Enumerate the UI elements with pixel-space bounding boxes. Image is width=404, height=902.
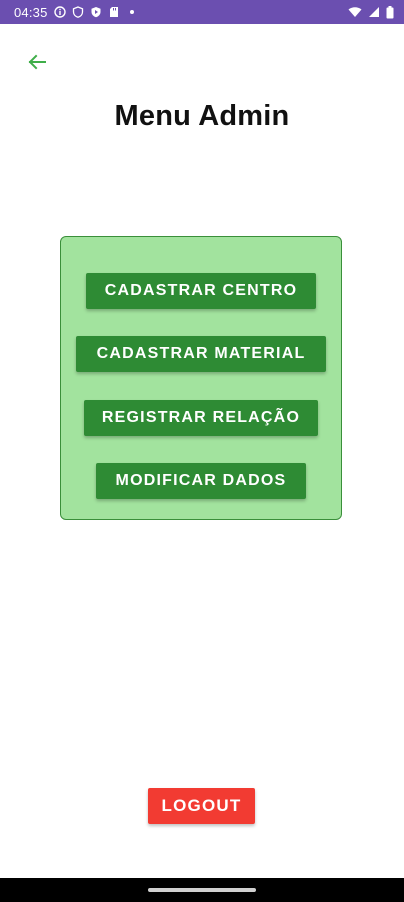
admin-menu-card: CADASTRAR CENTRO CADASTRAR MATERIAL REGI… xyxy=(60,236,342,520)
status-left-group: 04:35 xyxy=(14,5,138,20)
shield-icon xyxy=(72,6,84,18)
arrow-left-icon xyxy=(28,54,46,75)
play-protect-icon xyxy=(90,6,102,18)
status-bar: 04:35 xyxy=(0,0,404,24)
home-indicator[interactable] xyxy=(148,888,256,892)
dot-icon xyxy=(126,6,138,18)
wifi-icon xyxy=(348,6,362,18)
signal-icon xyxy=(368,6,380,18)
cadastrar-material-button[interactable]: CADASTRAR MATERIAL xyxy=(76,336,326,372)
navigation-bar xyxy=(0,878,404,902)
logout-button[interactable]: LOGOUT xyxy=(148,788,255,824)
cadastrar-centro-button[interactable]: CADASTRAR CENTRO xyxy=(86,273,316,309)
status-right-group xyxy=(348,5,394,18)
status-time: 04:35 xyxy=(14,4,48,20)
modificar-dados-button[interactable]: MODIFICAR DADOS xyxy=(96,463,306,499)
back-button[interactable] xyxy=(24,52,50,76)
page-title: Menu Admin xyxy=(114,100,290,132)
sd-card-icon xyxy=(108,6,120,18)
registrar-relacao-button[interactable]: REGISTRAR RELAÇÃO xyxy=(84,400,318,436)
info-icon xyxy=(53,6,66,18)
battery-icon xyxy=(386,5,394,18)
